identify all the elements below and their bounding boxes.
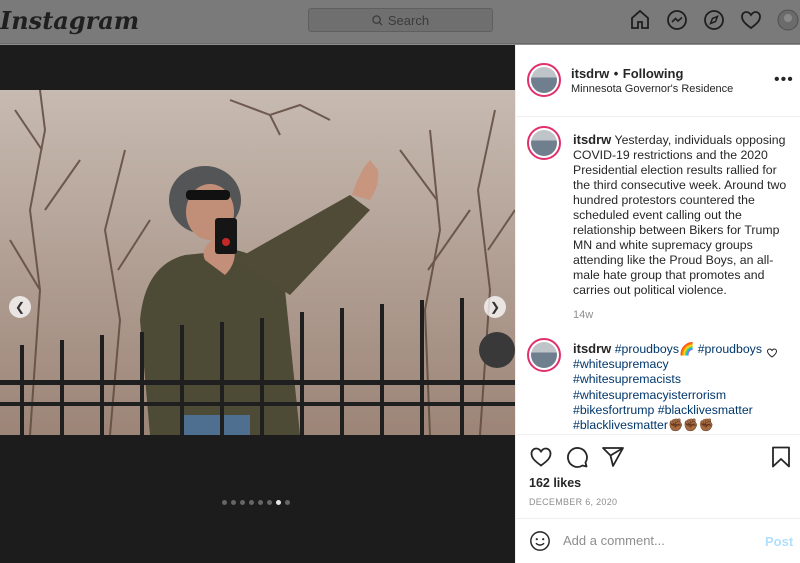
hashtag-link[interactable]: #proudboys🌈 [615, 342, 695, 356]
search-box[interactable]: Search [308, 8, 493, 32]
carousel-dot [258, 500, 263, 505]
carousel-dot [222, 500, 227, 505]
carousel-dot [240, 500, 245, 505]
carousel-dot [249, 500, 254, 505]
comment-input[interactable] [563, 533, 743, 548]
caption-avatar[interactable] [527, 126, 561, 160]
nav-icons [628, 8, 800, 32]
hashtag-link[interactable]: #whitesupremacy [573, 357, 669, 371]
author-avatar[interactable] [527, 63, 561, 97]
emoji-icon[interactable] [529, 530, 551, 552]
hashtag-link[interactable]: #blacklivesmatter [658, 403, 753, 417]
carousel-dot [285, 500, 290, 505]
save-bookmark-icon[interactable] [769, 445, 793, 469]
carousel-dot [231, 500, 236, 505]
follow-separator: • [613, 66, 619, 81]
like-comment-icon[interactable] [766, 347, 778, 359]
post-caption: itsdrw Yesterday, individuals opposing C… [573, 132, 788, 298]
activity-heart-icon[interactable] [739, 8, 763, 32]
search-icon [372, 14, 383, 26]
caption-username[interactable]: itsdrw [573, 132, 611, 147]
post-comment-button[interactable]: Post [765, 534, 793, 549]
comments-section: itsdrw Yesterday, individuals opposing C… [516, 118, 800, 434]
carousel-dot [276, 500, 281, 505]
post-date[interactable]: DECEMBER 6, 2020 [529, 497, 617, 507]
comment-username[interactable]: itsdrw [573, 341, 611, 356]
comment-icon[interactable] [565, 445, 589, 469]
carousel-dots [222, 500, 290, 505]
protest-photo-image [0, 90, 515, 435]
share-icon[interactable] [601, 445, 625, 469]
following-button[interactable]: Following [623, 66, 684, 81]
home-icon[interactable] [628, 8, 652, 32]
like-icon[interactable] [529, 445, 553, 469]
more-options-icon[interactable]: ••• [774, 71, 794, 89]
author-username[interactable]: itsdrw [571, 66, 609, 81]
post-location[interactable]: Minnesota Governor's Residence [571, 83, 733, 95]
like-count[interactable]: 162 likes [529, 476, 581, 490]
post-actions: 162 likes DECEMBER 6, 2020 [516, 434, 800, 518]
post-side-panel: itsdrw • Following Minnesota Governor's … [515, 45, 800, 563]
hashtag-comment: itsdrw #proudboys🌈 #proudboys #whitesupr… [573, 341, 773, 433]
hashtag-link[interactable]: #bikesfortrump [573, 403, 654, 417]
top-nav: Instagram Search [0, 0, 800, 44]
carousel-dot [267, 500, 272, 505]
next-photo-button[interactable]: ❯ [484, 296, 506, 318]
hashtag-link[interactable]: #blacklivesmatter✊🏾✊🏾✊🏾 [573, 418, 714, 432]
previous-photo-button[interactable]: ❮ [9, 296, 31, 318]
hashtag-link[interactable]: #whitesupremacyisterrorism [573, 388, 726, 402]
hashtag-link[interactable]: #whitesupremacists [573, 372, 681, 386]
chevron-left-icon: ❮ [14, 300, 26, 314]
profile-avatar-icon[interactable] [776, 8, 800, 32]
messenger-icon[interactable] [665, 8, 689, 32]
caption-timestamp[interactable]: 14w [573, 309, 593, 321]
caption-text: Yesterday, individuals opposing COVID-19… [573, 133, 787, 297]
search-placeholder: Search [387, 12, 430, 28]
comment-avatar[interactable] [527, 338, 561, 372]
post-header: itsdrw • Following Minnesota Governor's … [516, 45, 800, 117]
explore-icon[interactable] [702, 8, 726, 32]
instagram-logo[interactable]: Instagram [0, 6, 139, 35]
chevron-right-icon: ❯ [489, 300, 501, 314]
add-comment-bar: Post [516, 518, 800, 563]
post-photo[interactable] [0, 90, 515, 435]
hashtag-link[interactable]: #proudboys [698, 342, 762, 356]
